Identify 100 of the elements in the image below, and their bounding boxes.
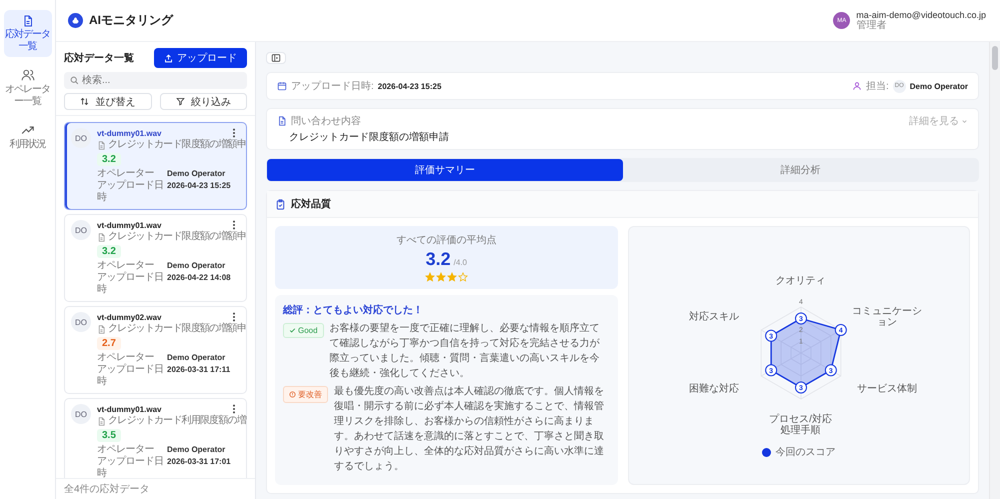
category-label: 対応スキル: [688, 312, 740, 322]
more-icon[interactable]: [232, 220, 236, 230]
file-name: vt-dummy01.wav: [97, 220, 162, 231]
scrollbar[interactable]: [989, 42, 1000, 499]
document-icon: [277, 116, 287, 126]
nav-item[interactable]: オペレーター一覧: [4, 63, 52, 112]
logo-icon: [68, 13, 83, 28]
file-name: vt-dummy02.wav: [97, 312, 162, 323]
operator-avatar: DO: [71, 312, 91, 332]
star-icon: [424, 272, 435, 282]
category-label: コミュニケーション: [851, 306, 924, 328]
average-score: 3.2: [426, 249, 451, 270]
document-icon: [97, 324, 106, 334]
data-point: [824, 364, 836, 376]
list-title: 応対データ一覧: [64, 51, 134, 65]
user-role: 管理者: [856, 21, 886, 31]
list-count: 全4件の応対データ: [56, 478, 255, 499]
document-icon: [97, 232, 106, 242]
calendar-icon: [277, 81, 287, 91]
good-badge: Good: [283, 323, 324, 338]
upload-button[interactable]: アップロード: [154, 48, 247, 68]
category-label: 困難な対応: [688, 384, 740, 394]
more-icon[interactable]: [232, 128, 236, 138]
user-email: ma-aim-demo@videotouch.co.jp: [856, 10, 986, 20]
filter-icon: [176, 97, 185, 106]
upload-date-value: 2026-04-23 15:25: [378, 82, 442, 90]
operator-label: オペレーター: [97, 352, 155, 364]
file-name: vt-dummy01.wav: [97, 404, 162, 415]
assignee-label: 担当:: [866, 80, 889, 93]
date-label: アップロード日時: [97, 456, 164, 478]
data-point: [794, 382, 806, 394]
score-badge: 3.2: [97, 153, 121, 166]
star-icon: [436, 272, 446, 282]
inquiry-text: クレジットカード限度額の増額申: [108, 231, 246, 243]
inquiry-text: クレジットカード限度額の増額申: [108, 139, 246, 151]
data-point: [764, 364, 777, 376]
nav-item[interactable]: 応対データ一覧: [4, 10, 52, 57]
star-icon: [458, 272, 468, 282]
nav-item[interactable]: 利用状況: [4, 118, 52, 156]
score-badge: 3.2: [97, 245, 121, 258]
sidebar-icon: [271, 53, 281, 63]
date-label: アップロード日時: [97, 180, 164, 204]
score-badge: 2.7: [97, 337, 121, 350]
upload-date: 2026-03-31 17:01: [167, 456, 232, 468]
sort-icon: [80, 97, 90, 106]
filter-button[interactable]: 絞り込み: [160, 93, 247, 110]
inquiry-label: 問い合わせ内容: [291, 114, 361, 128]
star-icon: [446, 272, 457, 282]
legend-label: 今回のスコア: [775, 446, 836, 459]
document-icon: [97, 140, 106, 150]
upload-date-label: アップロード日時:: [291, 80, 374, 93]
improve-badge: 要改善: [283, 386, 328, 403]
operator-avatar: DO: [71, 220, 91, 240]
section-title: 応対品質: [291, 197, 331, 211]
panel-toggle-button[interactable]: [266, 52, 286, 64]
upload-date: 2026-04-23 15:25: [167, 180, 232, 192]
operator-label: オペレーター: [97, 168, 155, 180]
tab[interactable]: 評価サマリー: [267, 159, 622, 181]
category-label: プロセス/対応処理手順: [768, 414, 833, 436]
data-point: [794, 312, 806, 324]
category-label: サービス体制: [856, 384, 918, 394]
search-icon: [70, 76, 79, 85]
operator-name: Demo Operator: [167, 260, 226, 272]
clipboard-icon: [275, 198, 286, 210]
date-label: アップロード日時: [97, 272, 164, 296]
users-icon: [20, 68, 34, 82]
category-label: クオリティ: [774, 276, 826, 286]
inquiry-text: クレジットカード限度額の増額申: [108, 323, 246, 335]
upload-icon: [164, 54, 173, 62]
operator-label: オペレーター: [97, 260, 155, 272]
date-label: アップロード日時: [97, 364, 164, 388]
operator-avatar: DO: [71, 404, 91, 424]
file-name: vt-dummy01.wav: [97, 128, 162, 139]
assignee-name: Demo Operator: [910, 82, 968, 90]
document-icon: [22, 15, 34, 27]
inquiry-text: クレジットカード利用限度額の増: [108, 415, 246, 427]
more-icon[interactable]: [232, 312, 236, 322]
data-point: [834, 324, 846, 336]
inquiry-text: クレジットカード限度額の増額申請: [288, 130, 450, 144]
operator-label: オペレーター: [97, 444, 155, 456]
person-icon: [852, 81, 862, 91]
data-point: [764, 330, 777, 342]
max-score: /4.0: [454, 258, 467, 267]
operator-avatar: DO: [71, 128, 91, 148]
document-icon: [97, 416, 106, 426]
average-label: すべての評価の平均点: [396, 234, 496, 247]
comment-text: 最も優先度の高い改善点は本人確認の徹底です。個人情報を復唱・開示する前に必ず本人確認を実施することで、情報管理リスクを排除し、お客様からの信頼性がさらに高まります。あわせて話速を意識的に落とすことで、丁寧さと聞き取りやすさが向上し、全体的な応対品質がさらに高い水準に達するでしょう。: [334, 384, 605, 474]
comment-title: 総評：とてもよい対応でした！: [283, 303, 424, 317]
comment-text: お客様の要望を一度で正確に理解し、必要な情報を順序立てて確認しながら丁寧かつ自信を持って対応を完結させる力が際立っていました。傾聴・質問・言葉遣いの高いスキルを今後も継続・強化してください。: [330, 322, 601, 381]
tab[interactable]: 詳細分析: [622, 159, 978, 181]
upload-date: 2026-04-22 14:08: [167, 272, 232, 284]
chevron-down-icon: [961, 118, 968, 124]
app-title: AIモニタリング: [89, 12, 173, 29]
operator-name: Demo Operator: [167, 168, 226, 180]
score-badge: 3.5: [97, 429, 121, 442]
search-field[interactable]: 検索...: [64, 72, 247, 89]
operator-name: Demo Operator: [167, 444, 226, 456]
sort-button[interactable]: 並び替え: [64, 93, 152, 110]
operator-name: Demo Operator: [167, 352, 226, 364]
more-icon[interactable]: [232, 404, 236, 414]
